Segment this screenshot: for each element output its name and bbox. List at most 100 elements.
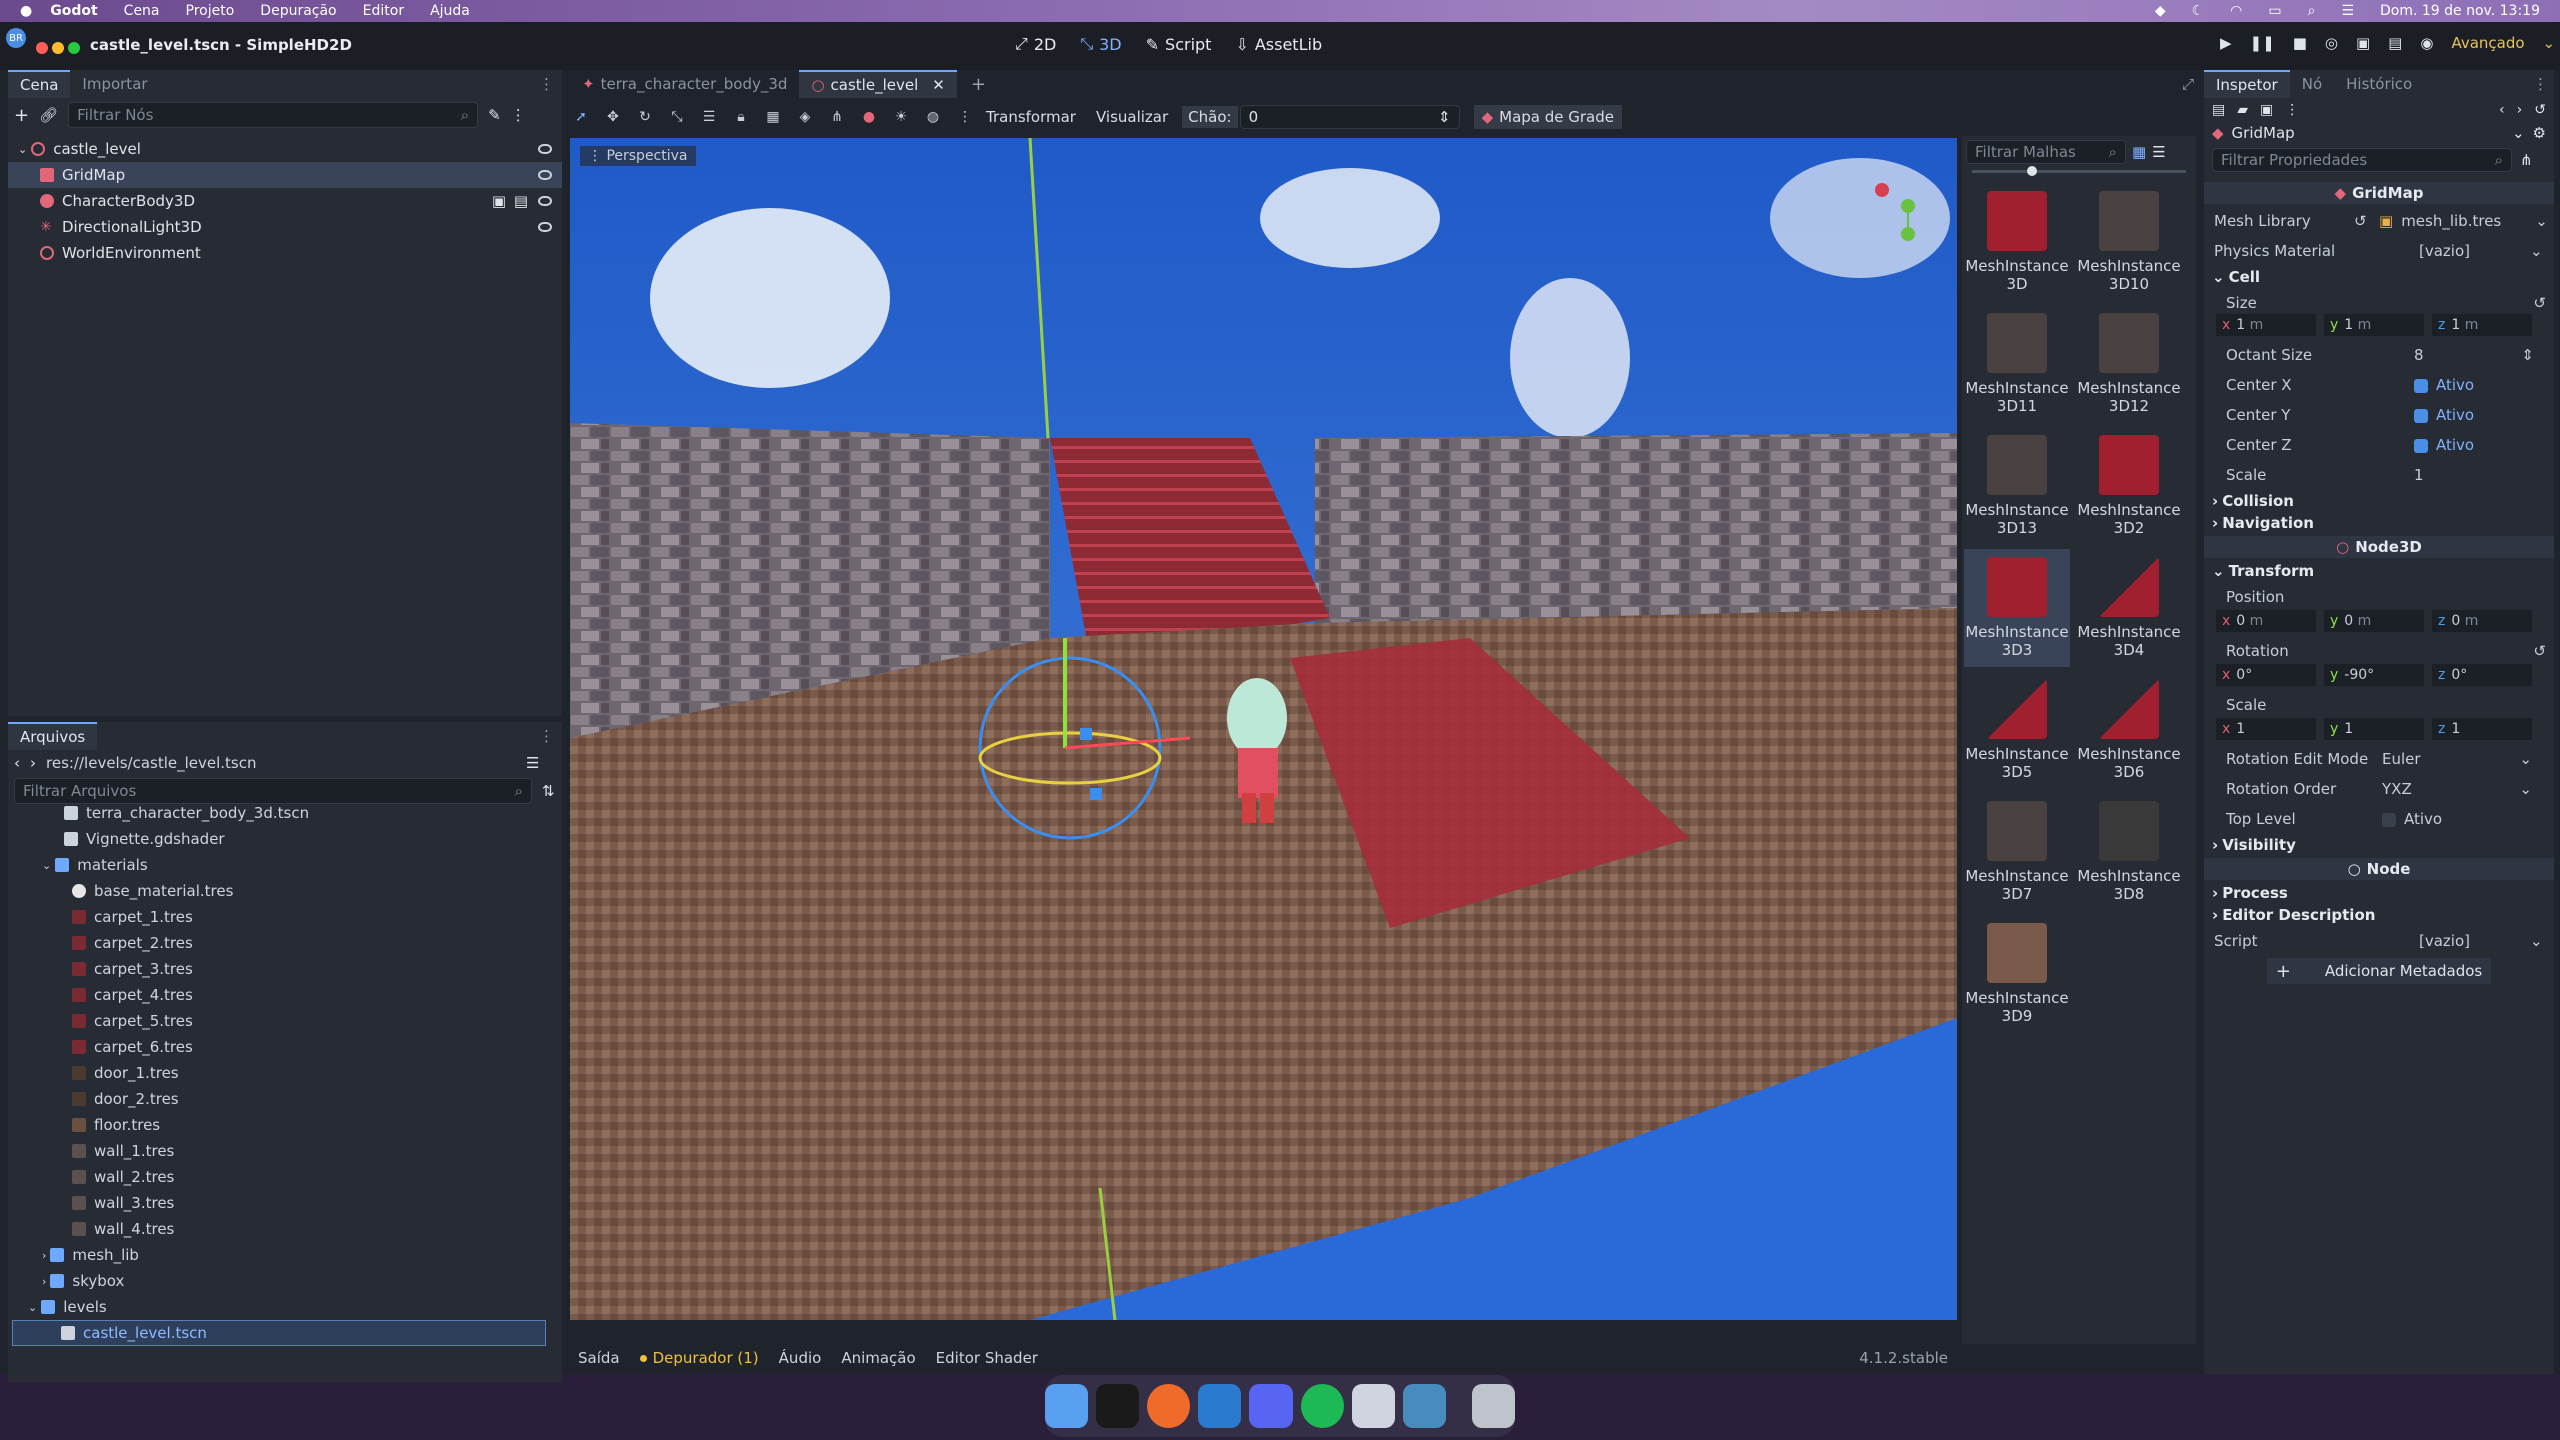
file-item[interactable]: carpet_6.tres xyxy=(8,1034,562,1060)
file-item[interactable]: wall_3.tres xyxy=(8,1190,562,1216)
select-tool-icon[interactable]: ➚ xyxy=(570,106,592,128)
inspector-options-icon[interactable]: ⋔ xyxy=(2520,151,2533,169)
save-icon[interactable]: ▣ xyxy=(2260,102,2273,118)
moon-icon[interactable]: ☾ xyxy=(2192,3,2205,19)
lock-icon[interactable]: 🔒︎ xyxy=(730,106,752,128)
file-item[interactable]: wall_2.tres xyxy=(8,1164,562,1190)
floor-spinbox[interactable]: 0 ⇕ xyxy=(1239,105,1460,129)
mode-script-button[interactable]: ✎ Script xyxy=(1146,34,1212,54)
trash-icon[interactable] xyxy=(1471,1384,1515,1428)
tab-inspector[interactable]: Inspetor xyxy=(2204,70,2290,98)
dropbox-icon[interactable]: ◆ xyxy=(2155,3,2166,19)
terminal-icon[interactable] xyxy=(1096,1384,1140,1428)
menu-projeto[interactable]: Projeto xyxy=(186,3,235,19)
mesh-item[interactable]: MeshInstance 3D12 xyxy=(2076,305,2182,423)
tab-terra-character[interactable]: ✦ terra_character_body_3d xyxy=(570,71,799,97)
environment-icon[interactable]: ◍ xyxy=(922,106,944,128)
pause-icon[interactable]: ❚❚ xyxy=(2250,34,2275,52)
mesh-item[interactable]: MeshInstance 3D10 xyxy=(2076,183,2182,301)
revert-icon[interactable]: ↺ xyxy=(2533,642,2546,660)
mesh-item[interactable]: MeshInstance 3D2 xyxy=(2076,427,2182,545)
tree-node-characterbody3d[interactable]: CharacterBody3D ▣ ▤ xyxy=(8,188,562,214)
visibility-eye-icon[interactable] xyxy=(538,196,552,206)
remote-debug-icon[interactable]: ◎ xyxy=(2325,34,2338,52)
menu-editor[interactable]: Editor xyxy=(363,3,404,19)
transform-menu[interactable]: Transformar xyxy=(986,108,1076,126)
tab-import[interactable]: Importar xyxy=(70,71,159,97)
add-node-icon[interactable]: + xyxy=(14,105,29,126)
camera-icon[interactable]: ● xyxy=(858,106,880,128)
menu-depuracao[interactable]: Depuração xyxy=(260,3,336,19)
file-item[interactable]: door_1.tres xyxy=(8,1060,562,1086)
scale-field[interactable]: 1 xyxy=(2414,466,2424,484)
tab-animation[interactable]: Animação xyxy=(841,1349,915,1367)
chevron-down-icon[interactable]: ⌄ xyxy=(2512,124,2525,142)
search-icon[interactable]: ⌕ xyxy=(2308,3,2316,19)
tab-node[interactable]: Nó xyxy=(2290,71,2334,97)
script-icon[interactable]: ▤ xyxy=(514,192,528,210)
control-center-icon[interactable]: ☰ xyxy=(2341,3,2354,19)
close-window-button[interactable] xyxy=(36,42,48,54)
tab-shader-editor[interactable]: Editor Shader xyxy=(936,1349,1038,1367)
filter-meshes-input[interactable]: Filtrar Malhas ⌕ xyxy=(1966,140,2126,164)
viewport-3d[interactable]: ⋮ Perspectiva xyxy=(570,138,1957,1320)
vscode-icon[interactable] xyxy=(1198,1384,1242,1428)
scale-z-field[interactable]: z1 xyxy=(2432,718,2532,740)
sun-icon[interactable]: ☀ xyxy=(890,106,912,128)
center-z-checkbox[interactable]: Ativo xyxy=(2414,436,2474,454)
updown-icon[interactable]: ⇕ xyxy=(1438,108,1451,126)
move-tool-icon[interactable]: ✥ xyxy=(602,106,624,128)
group-process[interactable]: › Process xyxy=(2204,882,2554,904)
chevron-down-icon[interactable]: ⌄ xyxy=(2543,34,2556,52)
object-history-icon[interactable]: ↺ xyxy=(2534,102,2546,118)
scale-x-field[interactable]: x1 xyxy=(2216,718,2316,740)
gridmap-menu-button[interactable]: ◆ Mapa de Grade xyxy=(1473,105,1622,129)
play-custom-icon[interactable]: ▤ xyxy=(2388,34,2402,52)
maximize-window-button[interactable] xyxy=(68,42,80,54)
more-icon[interactable]: ⋮ xyxy=(954,106,976,128)
file-item[interactable]: wall_1.tres xyxy=(8,1138,562,1164)
resource-picker[interactable]: [vazio] ⌄ xyxy=(2419,242,2543,260)
file-item[interactable]: carpet_3.tres xyxy=(8,956,562,982)
menu-cena[interactable]: Cena xyxy=(124,3,160,19)
position-x-field[interactable]: x0 m xyxy=(2216,610,2316,632)
file-item[interactable]: base_material.tres xyxy=(8,878,562,904)
inspected-node-name[interactable]: GridMap xyxy=(2232,124,2295,142)
octant-size-spinbox[interactable]: 8 ⇕ xyxy=(2414,346,2534,364)
scale-y-field[interactable]: y1 xyxy=(2324,718,2424,740)
instance-icon[interactable]: ▣ xyxy=(492,192,506,210)
mesh-item[interactable]: MeshInstance 3D9 xyxy=(1964,915,2070,1033)
list-select-icon[interactable]: ☰ xyxy=(698,106,720,128)
revert-icon[interactable]: ↺ xyxy=(2533,294,2546,312)
snap-icon[interactable]: ⋔ xyxy=(826,106,848,128)
center-y-checkbox[interactable]: Ativo xyxy=(2414,406,2474,424)
tree-node-worldenvironment[interactable]: WorldEnvironment xyxy=(8,240,562,266)
add-tab-icon[interactable]: + xyxy=(971,74,986,95)
more-icon[interactable]: ⋮ xyxy=(511,106,526,124)
more-icon[interactable]: ⋮ xyxy=(2285,102,2299,118)
file-item[interactable]: carpet_2.tres xyxy=(8,930,562,956)
mesh-item[interactable]: MeshInstance 3D xyxy=(1964,183,2070,301)
finder-icon[interactable] xyxy=(1045,1384,1089,1428)
file-item[interactable]: carpet_5.tres xyxy=(8,1008,562,1034)
script-attach-icon[interactable]: ✎ xyxy=(488,106,501,124)
dock-menu-icon[interactable]: ⋮ xyxy=(539,75,554,93)
tree-node-directionallight3d[interactable]: ✳ DirectionalLight3D xyxy=(8,214,562,240)
mesh-item[interactable]: MeshInstance 3D5 xyxy=(1964,671,2070,789)
tab-scene[interactable]: Cena xyxy=(8,70,71,98)
stop-icon[interactable]: ■ xyxy=(2293,34,2307,52)
visibility-eye-icon[interactable] xyxy=(538,222,552,232)
back-icon[interactable]: ‹ xyxy=(14,754,20,772)
apple-icon[interactable]: ● xyxy=(20,3,32,19)
grid-view-icon[interactable]: ▦ xyxy=(2132,143,2146,161)
battery-icon[interactable]: ▭ xyxy=(2268,3,2281,19)
firefox-icon[interactable] xyxy=(1147,1384,1191,1428)
wifi-icon[interactable]: ◠ xyxy=(2230,3,2242,19)
new-resource-icon[interactable]: ▤ xyxy=(2212,102,2225,118)
tab-castle-level[interactable]: ○ castle_level ✕ xyxy=(799,70,957,98)
movie-icon[interactable]: ◉ xyxy=(2420,34,2433,52)
folder-item[interactable]: › mesh_lib xyxy=(8,1242,562,1268)
position-y-field[interactable]: y0 m xyxy=(2324,610,2424,632)
tab-debugger[interactable]: Depurador (1) xyxy=(653,1349,759,1367)
tree-node-castle-level[interactable]: ⌄ castle_level xyxy=(8,136,562,162)
